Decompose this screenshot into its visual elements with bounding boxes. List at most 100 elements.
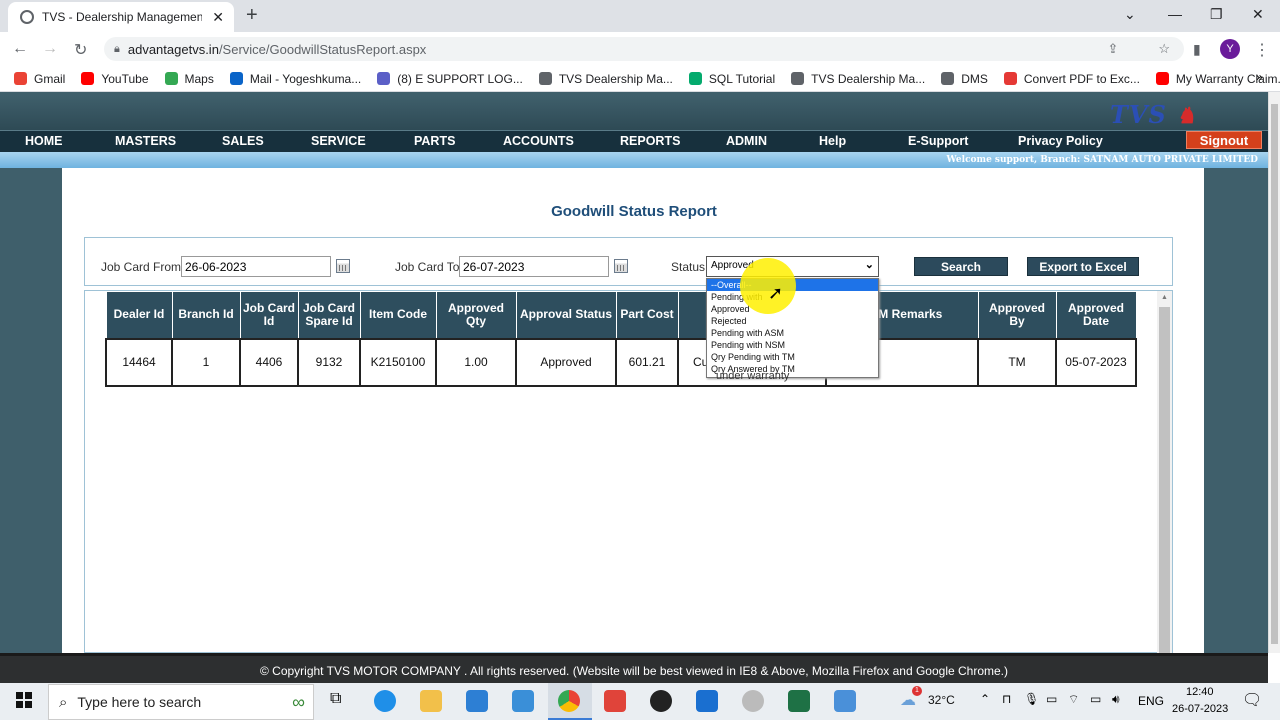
grid-scrollbar[interactable]: ▲ xyxy=(1157,291,1172,653)
store-icon[interactable] xyxy=(512,690,534,712)
search-button[interactable]: Search xyxy=(914,257,1008,276)
battery-icon[interactable]: ▭ xyxy=(1090,692,1101,706)
bookmark-item[interactable]: (8) E SUPPORT LOG... xyxy=(377,72,523,86)
back-icon[interactable]: ← xyxy=(12,40,28,58)
status-option[interactable]: Rejected xyxy=(707,315,878,327)
close-tab-icon[interactable]: ✕ xyxy=(212,9,224,26)
share-icon[interactable]: ⇪ xyxy=(1107,41,1118,57)
status-option[interactable]: Pending with ASM xyxy=(707,327,878,339)
task-view-icon[interactable]: ⧉ xyxy=(330,690,341,708)
network-icon[interactable]: ▭ xyxy=(1046,692,1057,706)
taskbar-search[interactable]: ⌕ Type here to search ∞ xyxy=(48,684,314,720)
status-option[interactable]: Approved xyxy=(707,303,878,315)
menu-item-admin[interactable]: ADMIN xyxy=(726,134,767,148)
bookmarks-overflow-icon[interactable]: » xyxy=(1256,70,1263,84)
job-card-to-input[interactable] xyxy=(459,256,609,277)
menu-item-sales[interactable]: SALES xyxy=(222,134,264,148)
volume-icon[interactable]: 🔊︎ xyxy=(1112,692,1120,707)
forward-icon[interactable]: → xyxy=(42,40,58,58)
calendar-icon[interactable] xyxy=(614,259,628,273)
search-placeholder: Type here to search xyxy=(77,694,202,710)
menu-item-service[interactable]: SERVICE xyxy=(311,134,366,148)
bookmark-item[interactable]: TVS Dealership Ma... xyxy=(538,71,673,86)
status-option[interactable]: Pending with NSM xyxy=(707,339,878,351)
bookmark-item[interactable]: Convert PDF to Exc... xyxy=(1003,72,1140,86)
column-header[interactable]: Part Cost xyxy=(615,291,679,340)
column-header[interactable]: Item Code xyxy=(359,291,437,340)
export-excel-button[interactable]: Export to Excel xyxy=(1027,257,1139,276)
column-header[interactable]: Approval Status xyxy=(515,291,617,340)
bookmark-item[interactable]: SQL Tutorial xyxy=(688,72,775,86)
calendar-icon[interactable] xyxy=(336,259,350,273)
globe-icon xyxy=(941,72,955,85)
temperature[interactable]: 32°C xyxy=(928,693,955,707)
clock-time[interactable]: 12:40 xyxy=(1186,686,1214,698)
outlook-icon xyxy=(229,72,243,85)
menu-item-help[interactable]: Help xyxy=(819,134,846,148)
bookmark-label: TVS Dealership Ma... xyxy=(558,71,673,86)
heart-icon xyxy=(1003,72,1017,85)
chrome-icon[interactable] xyxy=(558,690,580,712)
tvs-logo: TVS ♞ xyxy=(1110,100,1197,129)
wifi-icon[interactable]: ⌔ xyxy=(1068,692,1079,707)
app-icon[interactable] xyxy=(742,690,764,712)
table-cell: 05-07-2023 xyxy=(1055,337,1137,387)
maximize-icon[interactable]: ❐ xyxy=(1210,6,1223,23)
menu-item-accounts[interactable]: ACCOUNTS xyxy=(503,134,574,148)
clock-date[interactable]: 26-07-2023 xyxy=(1172,703,1228,715)
status-option[interactable]: Qry Pending with TM xyxy=(707,351,878,363)
column-header[interactable]: Branch Id xyxy=(171,291,241,340)
bookmark-star-icon[interactable]: ☆ xyxy=(1158,41,1170,57)
bookmark-item[interactable]: DMS xyxy=(941,72,988,86)
language-indicator[interactable]: ENG xyxy=(1138,694,1164,708)
job-card-from-input[interactable] xyxy=(181,256,331,277)
column-header[interactable]: Job Card Spare Id xyxy=(297,291,361,340)
file-explorer-icon[interactable] xyxy=(420,690,442,712)
browser-tab[interactable]: TVS - Dealership Management Sy ✕ xyxy=(8,2,234,32)
app-icon[interactable] xyxy=(650,690,672,712)
usb-icon[interactable]: ⊓ xyxy=(1002,692,1011,706)
minimize-icon[interactable]: — xyxy=(1168,6,1182,22)
bookmark-item[interactable]: TVS Dealership Ma... xyxy=(791,72,925,86)
notifications-icon[interactable]: 🗨︎ xyxy=(1242,690,1262,710)
avatar[interactable]: Y xyxy=(1220,39,1240,59)
column-header[interactable]: Approved By xyxy=(977,291,1057,340)
menu-kebab-icon[interactable]: ⋮ xyxy=(1254,40,1270,60)
new-tab-icon[interactable]: + xyxy=(246,4,258,27)
bookmark-label: TVS Dealership Ma... xyxy=(811,71,926,86)
menu-item-privacy-policy[interactable]: Privacy Policy xyxy=(1018,134,1103,148)
anydesk-icon[interactable] xyxy=(604,690,626,712)
youtube-icon xyxy=(1155,72,1169,85)
address-bar[interactable]: 🔒︎ advantagetvs.in/Service/GoodwillStatu… xyxy=(104,37,1184,61)
tab-search-icon[interactable]: ⌄ xyxy=(1124,6,1136,23)
menu-item-e-support[interactable]: E-Support xyxy=(908,134,968,148)
table-cell: TM xyxy=(977,337,1057,387)
column-header[interactable]: Dealer Id xyxy=(105,291,173,340)
microphone-icon[interactable]: 🎙︎ xyxy=(1024,692,1039,706)
menu-item-masters[interactable]: MASTERS xyxy=(115,134,176,148)
bookmark-item[interactable]: Gmail xyxy=(14,72,65,86)
page-scrollbar[interactable] xyxy=(1268,92,1280,653)
chevron-up-icon[interactable]: ⌃ xyxy=(980,692,990,706)
menu-item-parts[interactable]: PARTS xyxy=(414,134,455,148)
excel-icon[interactable] xyxy=(788,690,810,712)
menu-item-home[interactable]: HOME xyxy=(25,134,63,148)
mail-icon[interactable] xyxy=(466,690,488,712)
close-window-icon[interactable]: ✕ xyxy=(1252,6,1264,23)
sidebar-icon[interactable]: ▮ xyxy=(1193,41,1201,58)
reload-icon[interactable]: ↻ xyxy=(74,40,87,60)
rdp-icon[interactable] xyxy=(834,690,856,712)
edge-icon[interactable] xyxy=(374,690,396,712)
signout-button[interactable]: Signout xyxy=(1186,131,1262,149)
column-header[interactable]: Approved Date xyxy=(1055,291,1137,340)
bookmark-item[interactable]: Mail - Yogeshkuma... xyxy=(229,72,361,86)
bookmark-item[interactable]: YouTube xyxy=(81,71,149,86)
bookmark-label: YouTube xyxy=(101,71,149,86)
windows-start-icon[interactable] xyxy=(16,692,32,708)
column-header[interactable]: Approved Qty xyxy=(435,291,517,340)
column-header[interactable]: Job Card Id xyxy=(239,291,299,340)
bookmark-item[interactable]: Maps xyxy=(164,72,214,86)
menu-item-reports[interactable]: REPORTS xyxy=(620,134,680,148)
defender-icon[interactable] xyxy=(696,690,718,712)
mouse-cursor-icon: ➚ xyxy=(768,283,784,303)
